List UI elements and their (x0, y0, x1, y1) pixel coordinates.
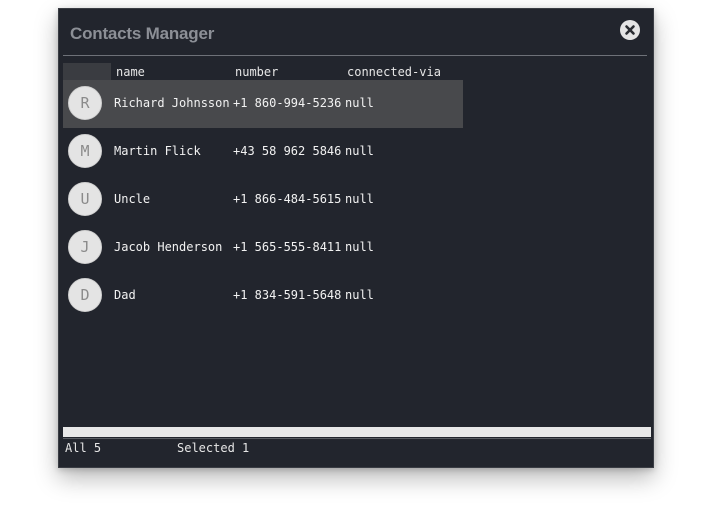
contact-connected-via: null (345, 144, 374, 158)
avatar: U (68, 182, 102, 216)
contact-name: Richard Johnsson (114, 96, 230, 110)
avatar: M (68, 134, 102, 168)
table-row[interactable]: M Martin Flick +43 58 962 5846 null (63, 128, 463, 176)
avatar: J (68, 230, 102, 264)
contact-connected-via: null (345, 96, 374, 110)
status-all-count: All 5 (65, 441, 102, 455)
column-header-name[interactable]: name (116, 65, 145, 79)
contact-connected-via: null (345, 240, 374, 254)
column-header-connected-via[interactable]: connected-via (347, 65, 441, 79)
contact-connected-via: null (345, 192, 374, 206)
table-row[interactable]: U Uncle +1 866-484-5615 null (63, 176, 463, 224)
status-selected-count: Selected 1 (177, 441, 250, 455)
contact-name: Uncle (114, 192, 151, 206)
horizontal-scrollbar[interactable] (63, 427, 651, 437)
contact-name: Dad (114, 288, 136, 302)
close-icon (625, 25, 635, 35)
contact-name: Martin Flick (114, 144, 201, 158)
table-row[interactable]: J Jacob Henderson +1 565-555-8411 null (63, 224, 463, 272)
contact-number: +1 565-555-8411 (233, 240, 342, 254)
table-row[interactable]: R Richard Johnsson +1 860-994-5236 null (63, 80, 463, 128)
avatar-column-header[interactable] (63, 63, 111, 81)
contact-number: +43 58 962 5846 (233, 144, 342, 158)
window-title: Contacts Manager (70, 24, 215, 43)
close-button[interactable] (620, 20, 640, 40)
contact-name: Jacob Henderson (114, 240, 223, 254)
contact-number: +1 866-484-5615 (233, 192, 342, 206)
table-row[interactable]: D Dad +1 834-591-5648 null (63, 272, 463, 320)
contact-number: +1 860-994-5236 (233, 96, 342, 110)
status-divider (63, 438, 651, 439)
column-header-number[interactable]: number (235, 65, 278, 79)
contacts-manager-window: Contacts Manager name number connected-v… (58, 8, 654, 468)
contact-number: +1 834-591-5648 (233, 288, 342, 302)
contact-connected-via: null (345, 288, 374, 302)
title-divider (63, 55, 647, 56)
avatar: D (68, 278, 102, 312)
avatar: R (68, 86, 102, 120)
